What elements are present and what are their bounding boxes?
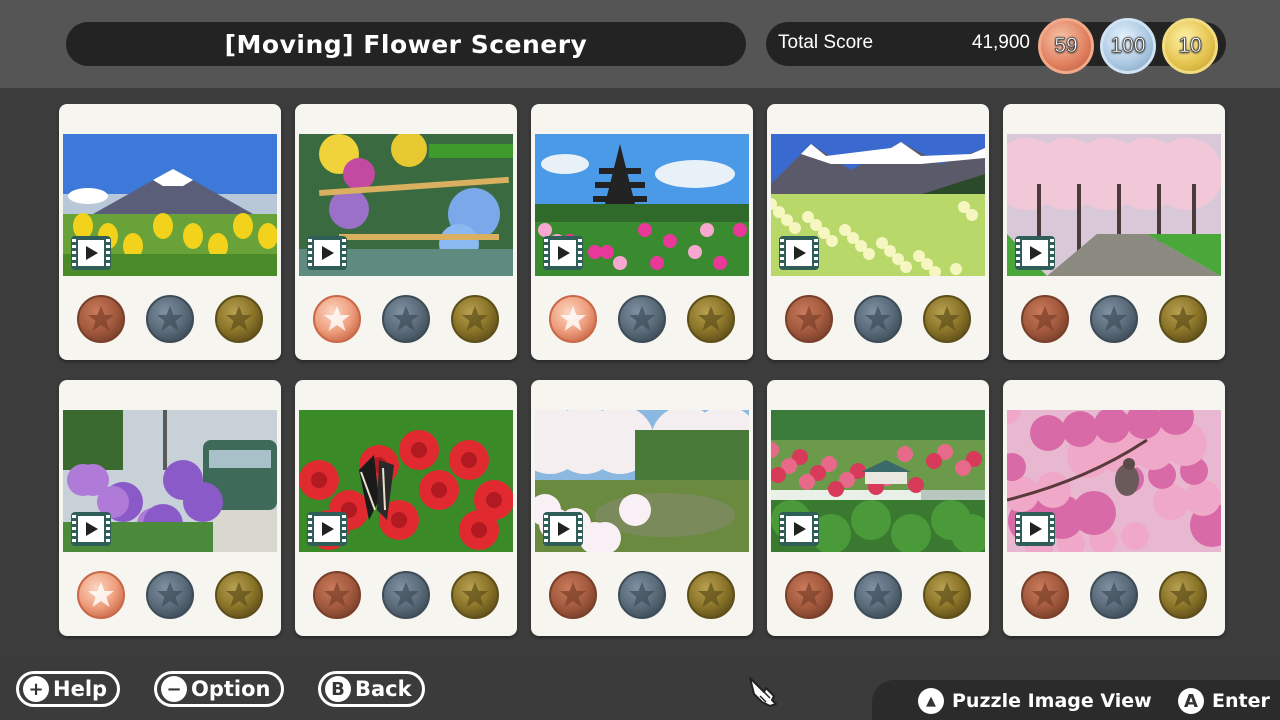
puzzle-card[interactable] — [531, 380, 753, 636]
video-film-icon — [543, 236, 583, 270]
video-film-icon — [543, 512, 583, 546]
puzzle-card[interactable] — [295, 104, 517, 360]
total-score-label: Total Score — [778, 32, 874, 53]
gold-medal-icon — [922, 294, 972, 344]
minus-button-icon: − — [161, 676, 187, 702]
gold-medal-icon — [214, 570, 264, 620]
puzzle-thumbnail[interactable] — [63, 410, 277, 552]
right-hint-panel: ▲ Puzzle Image View A Enter — [872, 680, 1280, 720]
y-button-triangle-icon: ▲ — [918, 688, 944, 714]
puzzle-thumbnail[interactable] — [299, 134, 513, 276]
puzzle-card[interactable] — [531, 104, 753, 360]
silver-medal-icon — [1089, 570, 1139, 620]
video-film-icon — [1015, 236, 1055, 270]
puzzle-thumbnail[interactable] — [1007, 410, 1221, 552]
gold-medal-icon — [450, 294, 500, 344]
video-film-icon — [71, 236, 111, 270]
silver-medal-icon — [145, 294, 195, 344]
bronze-medal-icon — [784, 294, 834, 344]
silver-medal-icon — [381, 570, 431, 620]
pointer-glove-icon — [749, 677, 777, 707]
silver-medal-icon — [853, 294, 903, 344]
puzzle-thumbnail[interactable] — [299, 410, 513, 552]
b-button-icon: B — [325, 676, 351, 702]
video-film-icon — [1015, 512, 1055, 546]
option-button[interactable]: − Option — [154, 670, 284, 708]
page-title: [Moving] Flower Scenery — [66, 22, 746, 66]
puzzle-card[interactable] — [767, 104, 989, 360]
option-label: Option — [191, 677, 271, 701]
gold-medal-icon — [1158, 570, 1208, 620]
silver-medal-icon — [145, 570, 195, 620]
puzzle-card[interactable] — [59, 380, 281, 636]
gold-medal-icon — [686, 570, 736, 620]
silver-medal-count: 100 — [1100, 18, 1156, 74]
puzzle-card[interactable] — [1003, 380, 1225, 636]
puzzle-thumbnail[interactable] — [1007, 134, 1221, 276]
gold-medal-icon — [686, 294, 736, 344]
gold-medal-icon — [1158, 294, 1208, 344]
gold-medal-icon — [450, 570, 500, 620]
puzzle-card[interactable] — [767, 380, 989, 636]
video-film-icon — [307, 512, 347, 546]
puzzle-card[interactable] — [1003, 104, 1225, 360]
help-label: Help — [53, 677, 108, 701]
back-label: Back — [355, 677, 412, 701]
puzzle-thumbnail[interactable] — [63, 134, 277, 276]
silver-medal-icon — [381, 294, 431, 344]
puzzle-thumbnail[interactable] — [771, 134, 985, 276]
video-film-icon — [71, 512, 111, 546]
gold-medal-count: 10 — [1162, 18, 1218, 74]
back-button[interactable]: B Back — [318, 670, 425, 708]
help-button[interactable]: + Help — [16, 670, 121, 708]
total-score-panel: Total Score 41,900 — [766, 22, 1226, 66]
plus-button-icon: + — [23, 676, 49, 702]
video-film-icon — [307, 236, 347, 270]
video-film-icon — [779, 236, 819, 270]
silver-medal-icon — [617, 570, 667, 620]
puzzle-thumbnail[interactable] — [535, 134, 749, 276]
enter-button[interactable]: A Enter — [1178, 688, 1270, 714]
bronze-medal-icon — [312, 570, 362, 620]
puzzle-thumbnail[interactable] — [771, 410, 985, 552]
bronze-medal-icon — [312, 294, 362, 344]
bronze-medal-count: 59 — [1038, 18, 1094, 74]
bronze-medal-icon — [1020, 570, 1070, 620]
puzzle-card[interactable] — [295, 380, 517, 636]
puzzle-thumbnail[interactable] — [535, 410, 749, 552]
bronze-medal-icon — [76, 570, 126, 620]
bronze-medal-icon — [76, 294, 126, 344]
puzzle-image-view-label: Puzzle Image View — [952, 690, 1152, 712]
bronze-medal-icon — [548, 570, 598, 620]
a-button-icon: A — [1178, 688, 1204, 714]
gold-medal-icon — [922, 570, 972, 620]
silver-medal-icon — [1089, 294, 1139, 344]
video-film-icon — [779, 512, 819, 546]
enter-label: Enter — [1212, 690, 1270, 712]
gold-medal-icon — [214, 294, 264, 344]
puzzle-image-view-button[interactable]: ▲ Puzzle Image View — [918, 688, 1152, 714]
silver-medal-icon — [617, 294, 667, 344]
silver-medal-icon — [853, 570, 903, 620]
bronze-medal-icon — [1020, 294, 1070, 344]
bronze-medal-icon — [784, 570, 834, 620]
total-score-value: 41,900 — [971, 32, 1030, 53]
bronze-medal-icon — [548, 294, 598, 344]
puzzle-card[interactable] — [59, 104, 281, 360]
